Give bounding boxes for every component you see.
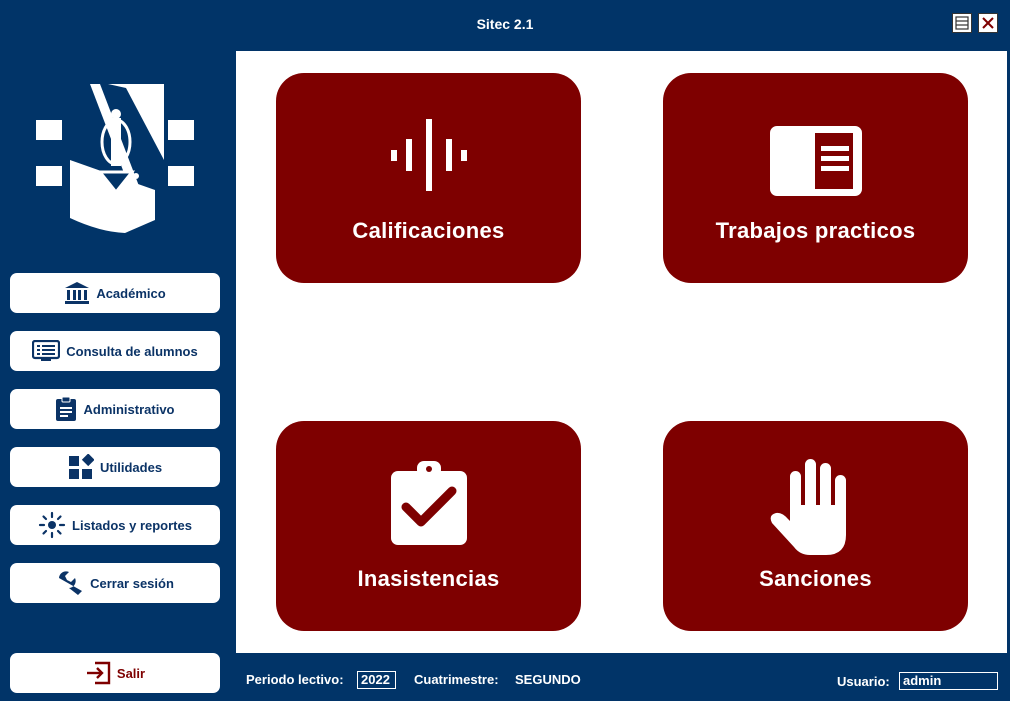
window-title: Sitec 2.1 <box>476 16 534 32</box>
restore-icon <box>955 16 969 30</box>
user-value: admin <box>899 672 998 690</box>
tile-label: Calificaciones <box>352 218 505 243</box>
tile-trabajos-practicos[interactable]: Trabajos practicos <box>663 73 968 283</box>
exit-label: Salir <box>116 665 146 681</box>
tile-sanciones[interactable]: Sanciones <box>663 421 968 631</box>
clipboard-check-icon <box>390 461 467 545</box>
sidebar-item-consulta-alumnos[interactable]: Consulta de alumnos <box>10 331 220 371</box>
institution-icon <box>65 282 90 304</box>
user-label: Usuario: <box>837 674 890 689</box>
sidebar-item-utilidades[interactable]: Utilidades <box>10 447 220 487</box>
term-label: Cuatrimestre: <box>414 672 499 687</box>
sidebar-item-label: Administrativo <box>83 401 175 417</box>
clipboard-icon <box>56 396 77 421</box>
tile-label: Trabajos practicos <box>715 218 916 243</box>
wrench-icon <box>59 571 83 595</box>
period-value: 2022 <box>357 671 396 689</box>
hand-stop-icon <box>770 459 846 555</box>
tile-calificaciones[interactable]: Calificaciones <box>276 73 581 283</box>
exit-button[interactable]: Salir <box>10 653 220 693</box>
school-logo <box>36 84 194 233</box>
document-panel-icon <box>769 126 862 196</box>
sidebar-item-academico[interactable]: Académico <box>10 273 220 313</box>
sidebar-item-label: Consulta de alumnos <box>66 343 198 359</box>
audio-bars-icon <box>390 119 467 191</box>
tile-label: Inasistencias <box>357 566 500 591</box>
tile-inasistencias[interactable]: Inasistencias <box>276 421 581 631</box>
tile-label: Sanciones <box>759 566 872 591</box>
close-icon <box>982 17 994 29</box>
sidebar-item-label: Utilidades <box>99 459 163 475</box>
sidebar-item-label: Cerrar sesión <box>90 575 174 591</box>
restore-button[interactable] <box>952 13 972 33</box>
close-button[interactable] <box>978 13 998 33</box>
sidebar-item-cerrar-sesion[interactable]: Cerrar sesión <box>10 563 220 603</box>
main-panel: Calificaciones Trabajos practicos Inasis… <box>236 51 1007 653</box>
list-screen-icon <box>32 340 61 361</box>
title-bar: Sitec 2.1 <box>0 0 1010 50</box>
sidebar-item-administrativo[interactable]: Administrativo <box>10 389 220 429</box>
brightness-icon <box>38 511 66 539</box>
exit-icon <box>86 661 111 685</box>
period-label: Periodo lectivo: <box>246 672 344 687</box>
sidebar-item-label: Listados y reportes <box>72 517 192 533</box>
term-value: SEGUNDO <box>515 672 581 687</box>
widgets-icon <box>68 454 94 479</box>
sidebar-item-label: Académico <box>96 285 166 301</box>
sidebar-item-listados-reportes[interactable]: Listados y reportes <box>10 505 220 545</box>
